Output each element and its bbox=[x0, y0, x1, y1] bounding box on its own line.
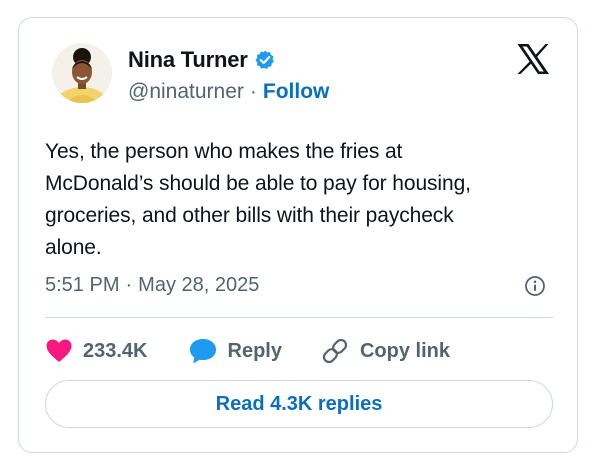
tweet-date: May 28, 2025 bbox=[138, 273, 260, 296]
tweet-timestamp[interactable]: 5:51 PM · May 28, 2025 bbox=[45, 270, 259, 300]
author-name[interactable]: Nina Turner bbox=[128, 47, 248, 73]
x-logo-icon[interactable] bbox=[516, 43, 550, 75]
like-button[interactable]: 233.4K bbox=[45, 338, 148, 364]
speech-bubble-icon bbox=[189, 339, 216, 364]
divider bbox=[45, 317, 553, 318]
copy-link-button[interactable]: Copy link bbox=[320, 337, 450, 365]
author-name-row: Nina Turner bbox=[128, 46, 276, 74]
reply-button[interactable]: Reply bbox=[188, 337, 282, 365]
follow-button[interactable]: Follow bbox=[263, 80, 330, 104]
tweet-card: Nina Turner @ninaturner · Follow Yes, th… bbox=[18, 17, 578, 453]
action-bar: 233.4K Reply Copy link bbox=[45, 333, 450, 369]
link-icon bbox=[322, 338, 348, 364]
verified-badge-icon bbox=[254, 49, 276, 71]
reply-label: Reply bbox=[227, 339, 282, 362]
separator-dot: · bbox=[125, 273, 133, 296]
read-replies-button[interactable]: Read 4.3K replies bbox=[45, 380, 553, 428]
tweet-time: 5:51 PM bbox=[45, 273, 120, 296]
avatar[interactable] bbox=[52, 43, 112, 103]
read-replies-label: Read 4.3K replies bbox=[215, 392, 383, 415]
info-icon[interactable] bbox=[524, 275, 546, 297]
tweet-text: Yes, the person who makes the fries at M… bbox=[45, 140, 471, 259]
author-handle[interactable]: @ninaturner bbox=[128, 80, 244, 104]
separator-dot: · bbox=[249, 80, 257, 103]
avatar-image bbox=[52, 43, 112, 103]
heart-icon bbox=[46, 339, 72, 362]
author-handle-row: @ninaturner · Follow bbox=[128, 78, 329, 106]
copy-link-label: Copy link bbox=[359, 339, 450, 362]
like-count: 233.4K bbox=[83, 339, 148, 362]
